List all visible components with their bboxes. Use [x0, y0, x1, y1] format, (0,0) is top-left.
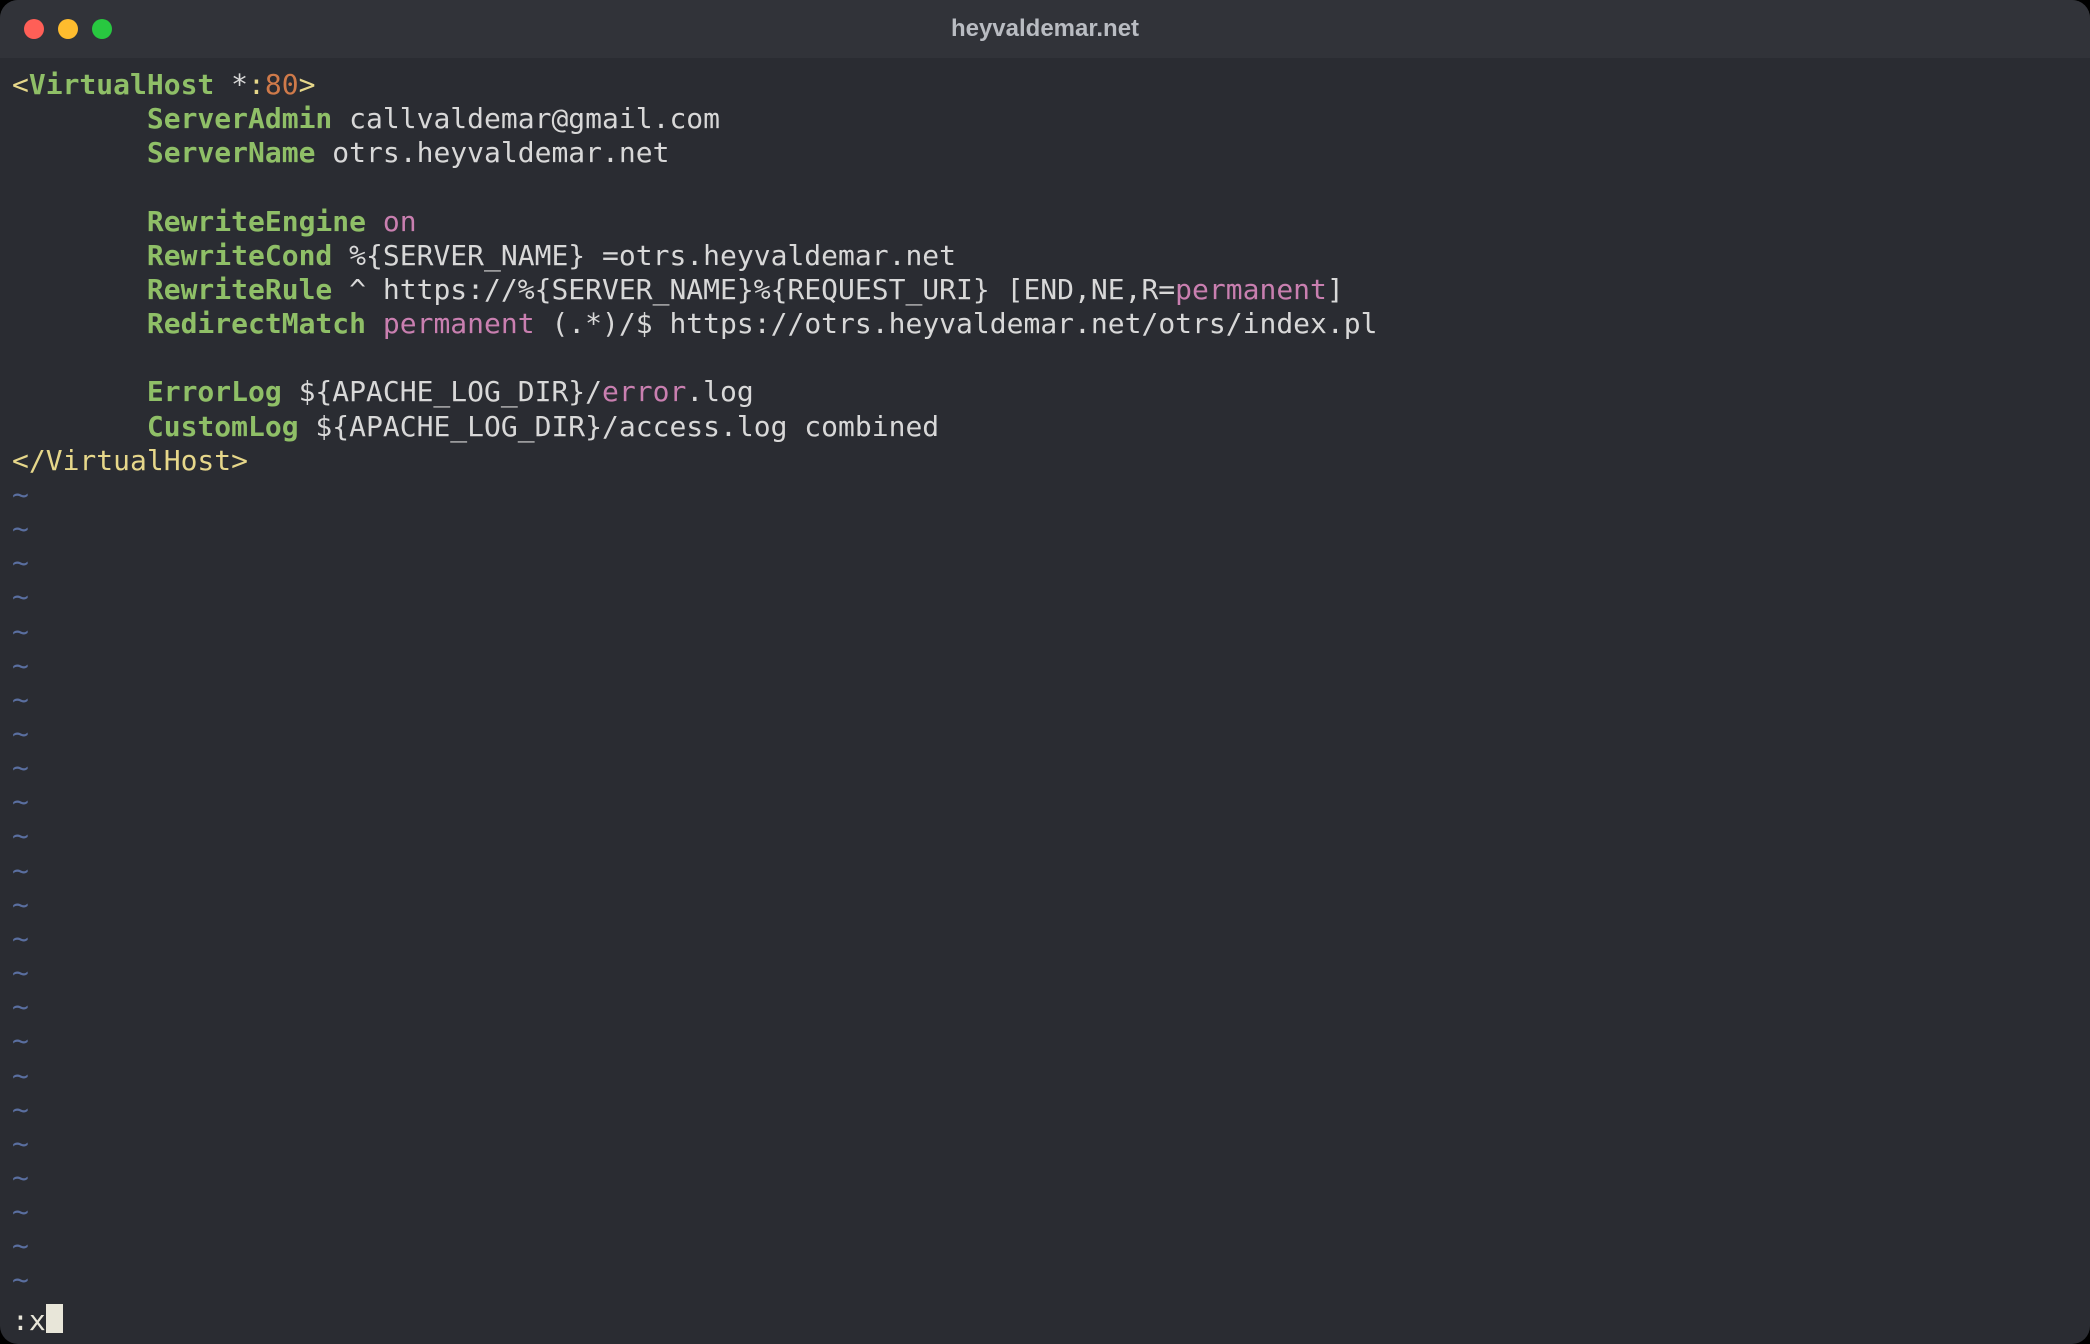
vim-tilde-line: ~ — [12, 1263, 2078, 1297]
redirect-match-rest: (.*)/$ https://otrs.heyvaldemar.net/otrs… — [535, 307, 1378, 340]
rewrite-cond-val: %{SERVER_NAME} =otrs.heyvaldemar.net — [332, 239, 956, 272]
rewrite-rule-key: RewriteRule — [147, 273, 332, 306]
vim-tilde-line: ~ — [12, 751, 2078, 785]
vhost-open-colon: : — [248, 68, 265, 101]
rewrite-engine-key: RewriteEngine — [147, 205, 366, 238]
window-title: heyvaldemar.net — [0, 15, 2090, 43]
server-name-val: otrs.heyvaldemar.net — [315, 136, 669, 169]
vim-empty-lines: ~~~~~~~~~~~~~~~~~~~~~~~~ — [12, 478, 2078, 1304]
error-log-pre: ${APACHE_LOG_DIR}/ — [282, 375, 602, 408]
rewrite-rule-end: ] — [1327, 273, 1344, 306]
vhost-open-lt: < — [12, 68, 29, 101]
window-controls — [0, 19, 112, 39]
vim-tilde-line: ~ — [12, 854, 2078, 888]
vim-tilde-line: ~ — [12, 580, 2078, 614]
vhost-open-host: * — [231, 68, 248, 101]
vim-tilde-line: ~ — [12, 683, 2078, 717]
cursor-icon — [46, 1304, 63, 1333]
vim-tilde-line: ~ — [12, 1195, 2078, 1229]
terminal-window: heyvaldemar.net <VirtualHost *:80> Serve… — [0, 0, 2090, 1344]
rewrite-rule-perm: permanent — [1175, 273, 1327, 306]
error-log-mid: error — [602, 375, 686, 408]
rewrite-rule-mid: ^ https://%{SERVER_NAME}%{REQUEST_URI} [… — [332, 273, 1175, 306]
vim-tilde-line: ~ — [12, 1024, 2078, 1058]
vim-tilde-line: ~ — [12, 1059, 2078, 1093]
indent — [12, 205, 147, 238]
redirect-match-sp — [366, 307, 383, 340]
indent — [12, 307, 147, 340]
indent — [12, 102, 147, 135]
vim-tilde-line: ~ — [12, 888, 2078, 922]
rewrite-cond-key: RewriteCond — [147, 239, 332, 272]
minimize-icon[interactable] — [58, 19, 78, 39]
server-admin-val: callvaldemar@gmail.com — [332, 102, 720, 135]
indent — [12, 273, 147, 306]
cmd-colon: : — [12, 1304, 29, 1337]
vim-tilde-line: ~ — [12, 546, 2078, 580]
custom-log-val: ${APACHE_LOG_DIR}/access.log combined — [299, 410, 940, 443]
vhost-open-gt: > — [299, 68, 316, 101]
titlebar: heyvaldemar.net — [0, 0, 2090, 58]
vim-tilde-line: ~ — [12, 649, 2078, 683]
editor-content: <VirtualHost *:80> ServerAdmin callvalde… — [12, 68, 2078, 478]
terminal-viewport[interactable]: <VirtualHost *:80> ServerAdmin callvalde… — [0, 58, 2090, 1344]
vhost-open-name: VirtualHost — [29, 68, 231, 101]
rewrite-engine-val: on — [366, 205, 417, 238]
vhost-open-port: 80 — [265, 68, 299, 101]
vim-tilde-line: ~ — [12, 785, 2078, 819]
server-name-key: ServerName — [147, 136, 316, 169]
vim-tilde-line: ~ — [12, 615, 2078, 649]
vim-tilde-line: ~ — [12, 990, 2078, 1024]
vhost-close-tag: </VirtualHost> — [12, 444, 248, 477]
indent — [12, 375, 147, 408]
vim-tilde-line: ~ — [12, 1127, 2078, 1161]
vim-tilde-line: ~ — [12, 956, 2078, 990]
error-log-post: .log — [686, 375, 753, 408]
redirect-match-key: RedirectMatch — [147, 307, 366, 340]
vim-tilde-line: ~ — [12, 478, 2078, 512]
server-admin-key: ServerAdmin — [147, 102, 332, 135]
vim-tilde-line: ~ — [12, 819, 2078, 853]
close-icon[interactable] — [24, 19, 44, 39]
indent — [12, 239, 147, 272]
cmd-input: x — [29, 1304, 46, 1337]
vim-tilde-line: ~ — [12, 1229, 2078, 1263]
redirect-match-perm: permanent — [383, 307, 535, 340]
indent — [12, 410, 147, 443]
error-log-key: ErrorLog — [147, 375, 282, 408]
vim-tilde-line: ~ — [12, 922, 2078, 956]
vim-command-line[interactable]: :x — [12, 1304, 2078, 1344]
vim-tilde-line: ~ — [12, 1093, 2078, 1127]
custom-log-key: CustomLog — [147, 410, 299, 443]
vim-tilde-line: ~ — [12, 717, 2078, 751]
indent — [12, 136, 147, 169]
vim-tilde-line: ~ — [12, 512, 2078, 546]
vim-tilde-line: ~ — [12, 1161, 2078, 1195]
zoom-icon[interactable] — [92, 19, 112, 39]
